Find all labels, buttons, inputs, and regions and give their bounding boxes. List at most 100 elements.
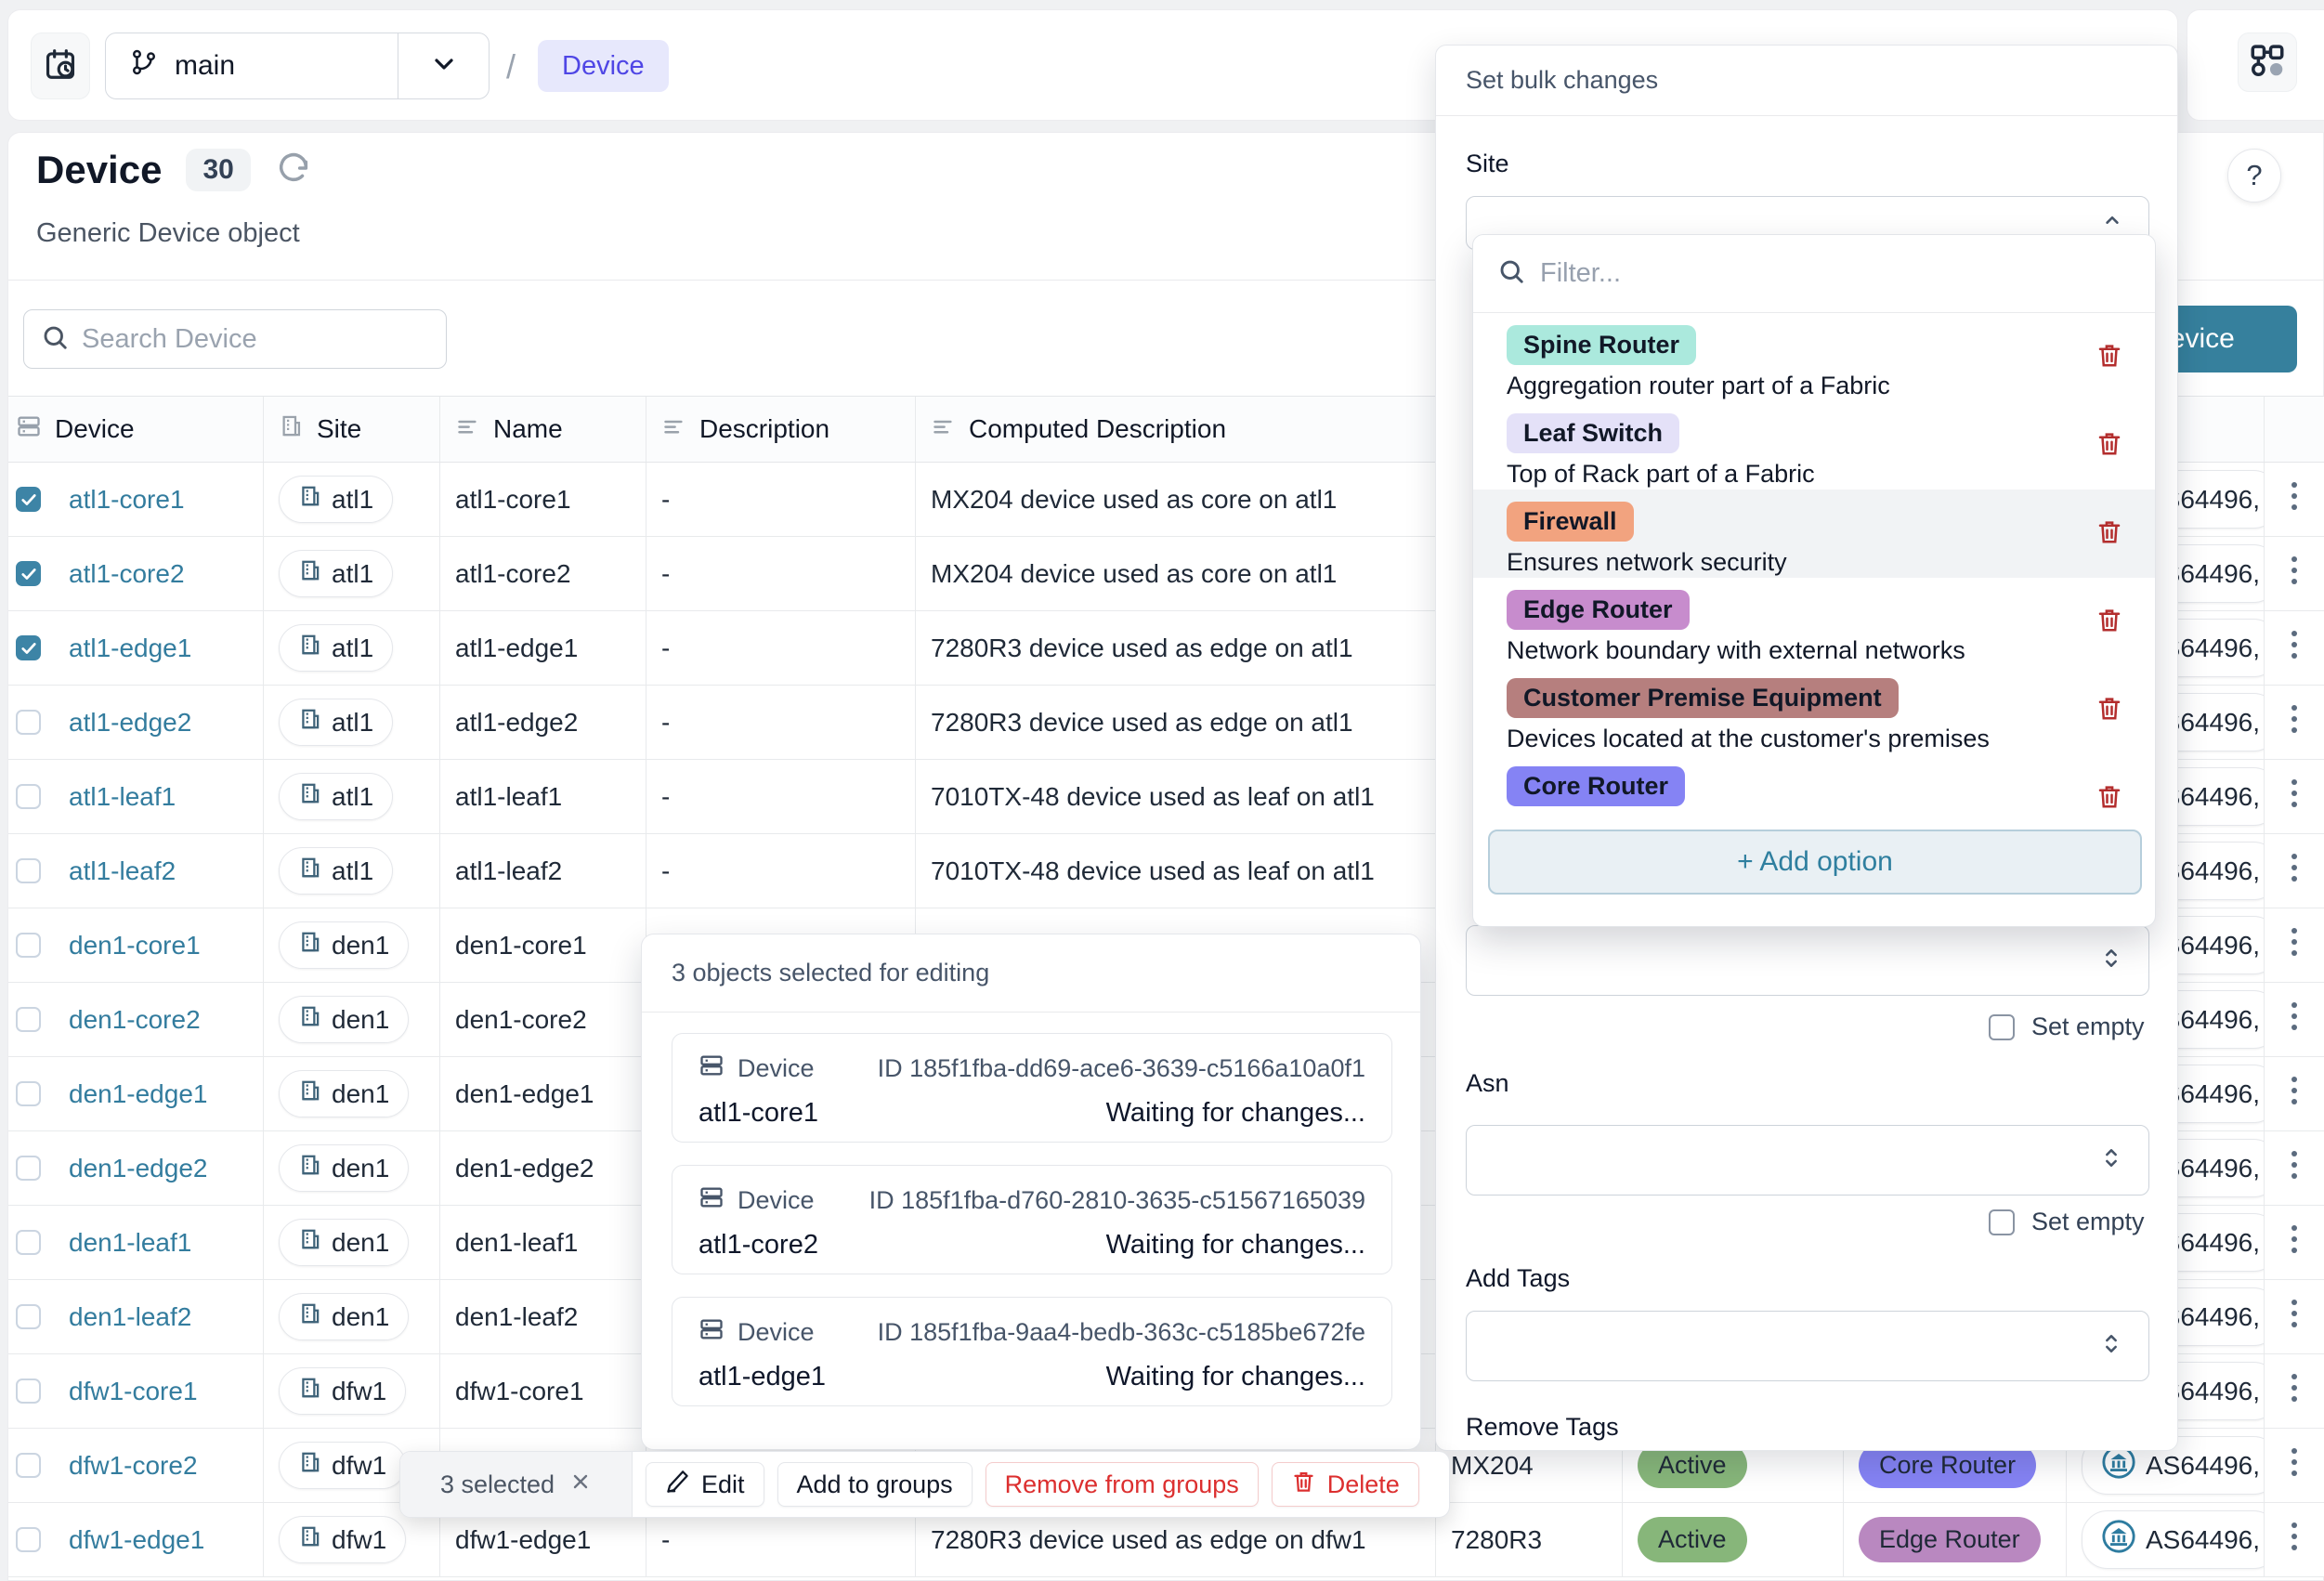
trash-icon[interactable] <box>2096 341 2123 373</box>
trash-icon[interactable] <box>2096 429 2123 462</box>
kebab-menu-icon[interactable] <box>2289 1295 2300 1339</box>
trash-icon[interactable] <box>2096 606 2123 638</box>
kebab-menu-icon[interactable] <box>2289 1444 2300 1487</box>
branch-dropdown-toggle[interactable] <box>398 33 489 98</box>
site-pill[interactable]: den1 <box>279 1144 409 1192</box>
site-pill[interactable]: dfw1 <box>279 1442 406 1489</box>
search-input[interactable] <box>82 324 432 355</box>
dropdown-option[interactable]: Spine RouterAggregation router part of a… <box>1473 313 2155 401</box>
row-checkbox[interactable] <box>16 1156 41 1181</box>
asn-select[interactable] <box>1466 1125 2149 1196</box>
site-pill[interactable]: atl1 <box>279 550 393 597</box>
row-checkbox[interactable] <box>16 1378 41 1404</box>
site-pill[interactable]: atl1 <box>279 476 393 523</box>
set-empty-checkbox[interactable] <box>1989 1209 2015 1235</box>
site-pill[interactable]: atl1 <box>279 624 393 672</box>
row-checkbox[interactable] <box>16 487 41 512</box>
site-pill[interactable]: dfw1 <box>279 1516 406 1563</box>
trash-icon[interactable] <box>2096 517 2123 550</box>
help-button[interactable]: ? <box>2227 149 2281 203</box>
kebab-menu-icon[interactable] <box>2289 1072 2300 1116</box>
refresh-icon[interactable] <box>275 150 312 191</box>
device-link[interactable]: den1-core2 <box>69 1005 201 1035</box>
status-select[interactable] <box>1466 925 2149 996</box>
site-pill[interactable]: atl1 <box>279 773 393 820</box>
column-header-description[interactable]: Description <box>646 397 916 462</box>
device-link[interactable]: atl1-leaf2 <box>69 856 176 886</box>
dropdown-option[interactable]: FirewallEnsures network security <box>1473 490 2155 578</box>
device-link[interactable]: atl1-edge1 <box>69 634 191 663</box>
row-checkbox[interactable] <box>16 635 41 660</box>
site-pill[interactable]: den1 <box>279 921 409 969</box>
dropdown-option[interactable]: Leaf SwitchTop of Rack part of a Fabric <box>1473 401 2155 490</box>
device-link[interactable]: atl1-leaf1 <box>69 782 176 812</box>
row-checkbox[interactable] <box>16 1007 41 1032</box>
kebab-menu-icon[interactable] <box>2289 626 2300 670</box>
row-checkbox[interactable] <box>16 858 41 883</box>
row-checkbox[interactable] <box>16 561 41 586</box>
schema-button[interactable] <box>2238 33 2297 92</box>
device-link[interactable]: den1-edge1 <box>69 1079 207 1109</box>
remove-from-groups-button[interactable]: Remove from groups <box>986 1462 1259 1507</box>
site-pill[interactable]: atl1 <box>279 847 393 895</box>
site-pill[interactable]: dfw1 <box>279 1367 406 1415</box>
kebab-menu-icon[interactable] <box>2289 477 2300 521</box>
kebab-menu-icon[interactable] <box>2289 1518 2300 1561</box>
delete-button[interactable]: Delete <box>1272 1462 1419 1507</box>
time-travel-button[interactable] <box>31 33 90 99</box>
edit-button[interactable]: Edit <box>646 1462 764 1507</box>
branch-current[interactable]: main <box>106 33 398 98</box>
row-checkbox[interactable] <box>16 1230 41 1255</box>
close-icon[interactable] <box>569 1470 592 1499</box>
dropdown-filter-input[interactable] <box>1540 258 2131 289</box>
set-empty-checkbox[interactable] <box>1989 1014 2015 1040</box>
device-link[interactable]: den1-leaf2 <box>69 1302 191 1332</box>
add-to-groups-button[interactable]: Add to groups <box>777 1462 973 1507</box>
add-tags-select[interactable] <box>1466 1311 2149 1381</box>
dropdown-option[interactable]: Customer Premise EquipmentDevices locate… <box>1473 666 2155 754</box>
column-header-computed-description[interactable]: Computed Description <box>916 397 1436 462</box>
device-link[interactable]: dfw1-core1 <box>69 1377 198 1406</box>
kebab-menu-icon[interactable] <box>2289 998 2300 1041</box>
add-option-button[interactable]: + Add option <box>1488 830 2142 895</box>
column-header-device[interactable]: Device <box>8 397 264 462</box>
kebab-menu-icon[interactable] <box>2289 923 2300 967</box>
dropdown-option[interactable]: Edge RouterNetwork boundary with externa… <box>1473 578 2155 666</box>
site-pill[interactable]: atl1 <box>279 699 393 746</box>
site-pill[interactable]: den1 <box>279 1070 409 1117</box>
asn-pill[interactable]: AS64496, <box>2082 1510 2265 1569</box>
device-link[interactable]: atl1-edge2 <box>69 708 191 738</box>
row-checkbox[interactable] <box>16 1527 41 1552</box>
device-link[interactable]: dfw1-core2 <box>69 1451 198 1481</box>
kebab-menu-icon[interactable] <box>2289 1369 2300 1413</box>
building-icon <box>298 707 322 738</box>
kebab-menu-icon[interactable] <box>2289 849 2300 893</box>
site-pill[interactable]: den1 <box>279 996 409 1043</box>
trash-icon[interactable] <box>2096 782 2123 815</box>
row-checkbox[interactable] <box>16 710 41 735</box>
row-checkbox[interactable] <box>16 784 41 809</box>
site-pill[interactable]: den1 <box>279 1293 409 1340</box>
row-checkbox[interactable] <box>16 933 41 958</box>
device-link[interactable]: den1-core1 <box>69 931 201 960</box>
kebab-menu-icon[interactable] <box>2289 552 2300 595</box>
device-link[interactable]: den1-leaf1 <box>69 1228 191 1258</box>
row-checkbox[interactable] <box>16 1304 41 1329</box>
site-cell: atl1 <box>264 611 440 685</box>
kebab-menu-icon[interactable] <box>2289 700 2300 744</box>
kebab-menu-icon[interactable] <box>2289 775 2300 818</box>
device-link[interactable]: atl1-core1 <box>69 485 185 515</box>
row-checkbox[interactable] <box>16 1453 41 1478</box>
kebab-menu-icon[interactable] <box>2289 1146 2300 1190</box>
device-link[interactable]: dfw1-edge1 <box>69 1525 204 1555</box>
column-header-site[interactable]: Site <box>264 397 440 462</box>
trash-icon[interactable] <box>2096 694 2123 726</box>
breadcrumb-device[interactable]: Device <box>538 40 669 92</box>
branch-selector[interactable]: main <box>105 33 490 99</box>
site-pill[interactable]: den1 <box>279 1219 409 1266</box>
column-header-name[interactable]: Name <box>440 397 646 462</box>
device-link[interactable]: den1-edge2 <box>69 1154 207 1183</box>
kebab-menu-icon[interactable] <box>2289 1221 2300 1264</box>
row-checkbox[interactable] <box>16 1081 41 1106</box>
device-link[interactable]: atl1-core2 <box>69 559 185 589</box>
